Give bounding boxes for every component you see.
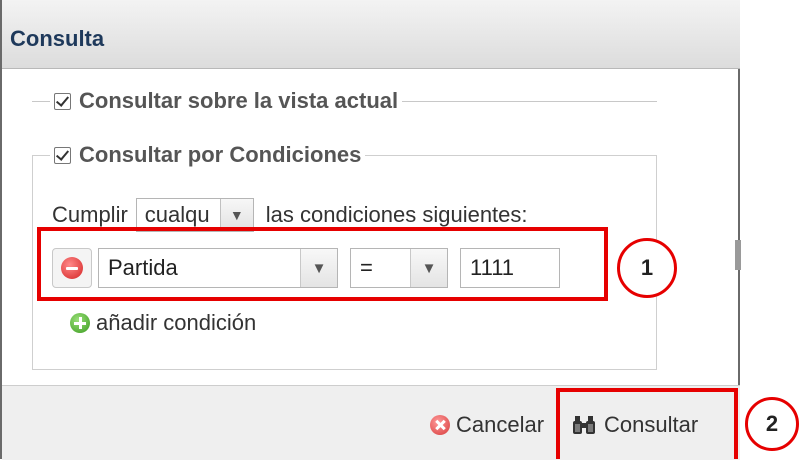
condiciones-checkbox[interactable] <box>54 146 71 164</box>
cancel-button[interactable]: Cancelar <box>430 412 544 438</box>
add-circle-icon <box>70 313 90 333</box>
cumplir-label: Cumplir <box>52 202 128 227</box>
fieldset-vista-legend[interactable]: Consultar sobre la vista actual <box>50 88 403 114</box>
add-condition-label: añadir condición <box>96 310 257 335</box>
vista-actual-label: Consultar sobre la vista actual <box>79 88 399 113</box>
annotation-box-1 <box>37 227 608 301</box>
fieldset-condiciones-legend[interactable]: Consultar por Condiciones <box>50 142 366 168</box>
cumplir-suffix: las condiciones siguientes: <box>265 202 528 227</box>
splitter-handle[interactable] <box>735 240 741 270</box>
add-condition-link[interactable]: añadir condición <box>70 310 256 336</box>
condiciones-label: Consultar por Condiciones <box>79 142 362 167</box>
annotation-marker-2-text: 2 <box>765 411 779 436</box>
cancel-label: Cancelar <box>456 412 545 437</box>
vista-actual-checkbox[interactable] <box>54 92 71 110</box>
dialog-title: Consulta <box>10 26 105 51</box>
annotation-marker-1: 1 <box>617 238 677 298</box>
annotation-box-2 <box>556 388 738 459</box>
annotation-marker-1-text: 1 <box>640 255 654 280</box>
annotation-marker-2: 2 <box>745 397 799 451</box>
cancel-circle-icon <box>430 415 450 435</box>
match-mode-value: cualqu <box>144 202 210 227</box>
dialog-titlebar: Consulta <box>2 0 740 69</box>
